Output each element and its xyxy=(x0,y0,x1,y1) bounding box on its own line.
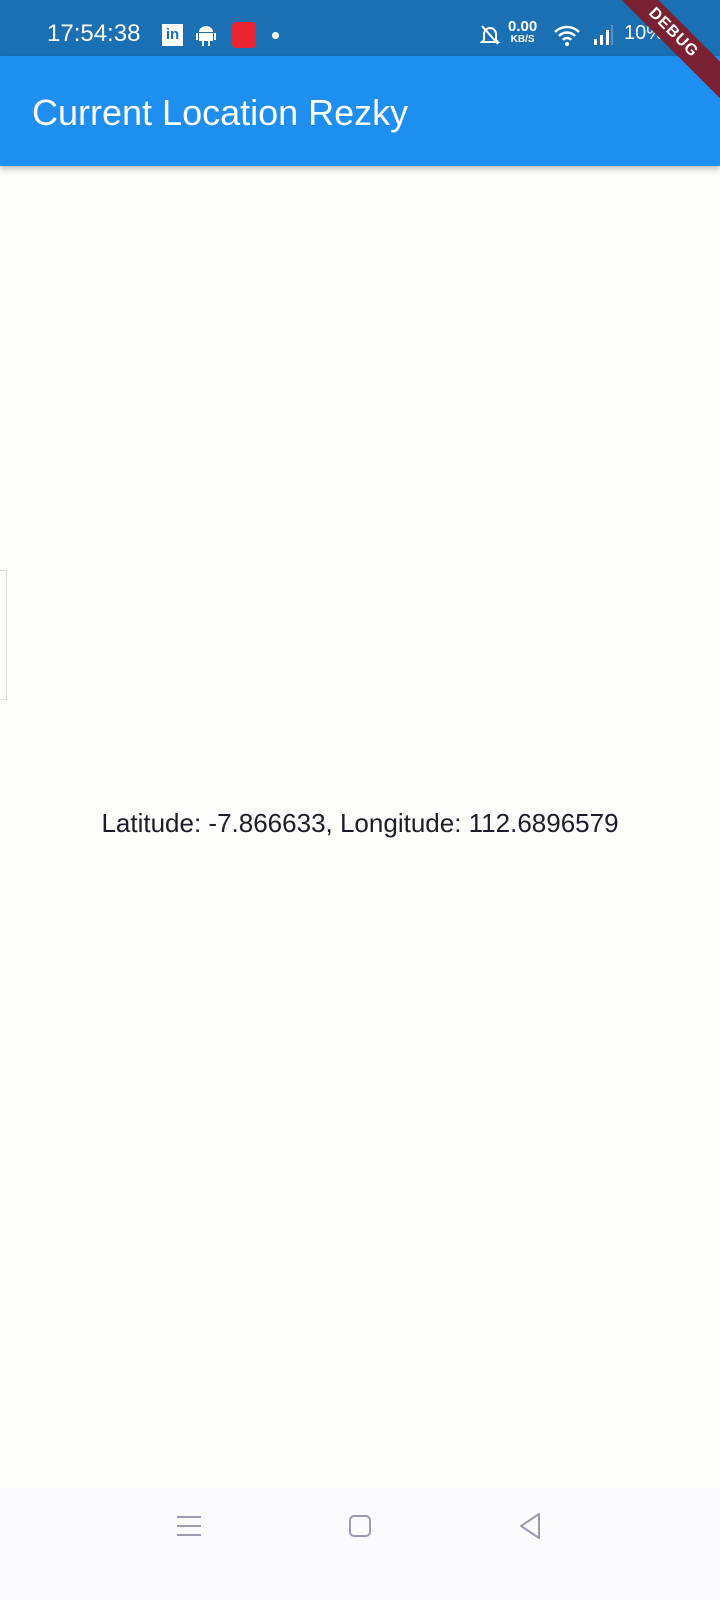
location-text: Latitude: -7.866633, Longitude: 112.6896… xyxy=(101,808,619,838)
page-title: Current Location Rezky xyxy=(32,92,409,133)
bell-off-icon xyxy=(480,25,500,45)
home-icon[interactable] xyxy=(348,1514,372,1538)
net-unit: KB/S xyxy=(510,34,535,45)
wifi-icon xyxy=(554,25,580,46)
net-speed: 0.00 xyxy=(508,18,538,35)
android-icon xyxy=(196,26,216,46)
dot-icon xyxy=(272,32,279,39)
status-bar: 17:54:38 in 0.00 KB/S 10% xyxy=(0,0,720,56)
screen-record-icon xyxy=(232,22,256,48)
signal-icon xyxy=(594,25,613,45)
back-icon[interactable] xyxy=(518,1512,542,1540)
edge-handle[interactable] xyxy=(0,570,7,700)
app-bar: Current Location Rezky xyxy=(0,56,720,166)
status-time: 17:54:38 xyxy=(47,20,141,47)
navigation-bar xyxy=(0,1488,720,1600)
linkedin-icon: in xyxy=(162,24,183,46)
menu-icon[interactable] xyxy=(176,1514,202,1538)
